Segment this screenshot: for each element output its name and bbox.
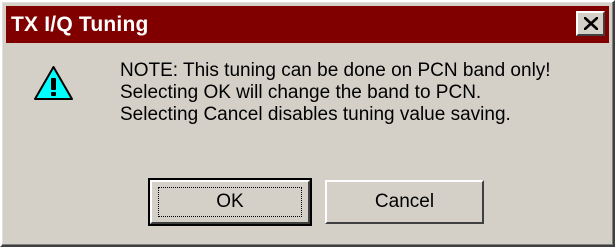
message-line: Selecting OK will change the band to PCN… [120, 82, 482, 103]
focus-rectangle [158, 187, 302, 217]
dialog-window: TX I/Q Tuning NOTE: This tuning can be d… [0, 0, 615, 247]
cancel-button-label: Cancel [374, 191, 435, 212]
close-icon [583, 17, 598, 30]
title-bar[interactable]: TX I/Q Tuning [6, 6, 609, 43]
close-button[interactable] [576, 11, 605, 36]
cancel-button[interactable]: Cancel [325, 180, 484, 224]
message-text: NOTE: This tuning can be done on PCN ban… [120, 60, 551, 126]
warning-icon [34, 66, 73, 100]
message-line: Selecting Cancel disables tuning value s… [120, 104, 511, 125]
ok-button[interactable]: OK [148, 178, 312, 226]
window-title: TX I/Q Tuning [11, 12, 149, 36]
message-line: NOTE: This tuning can be done on PCN ban… [120, 60, 551, 81]
